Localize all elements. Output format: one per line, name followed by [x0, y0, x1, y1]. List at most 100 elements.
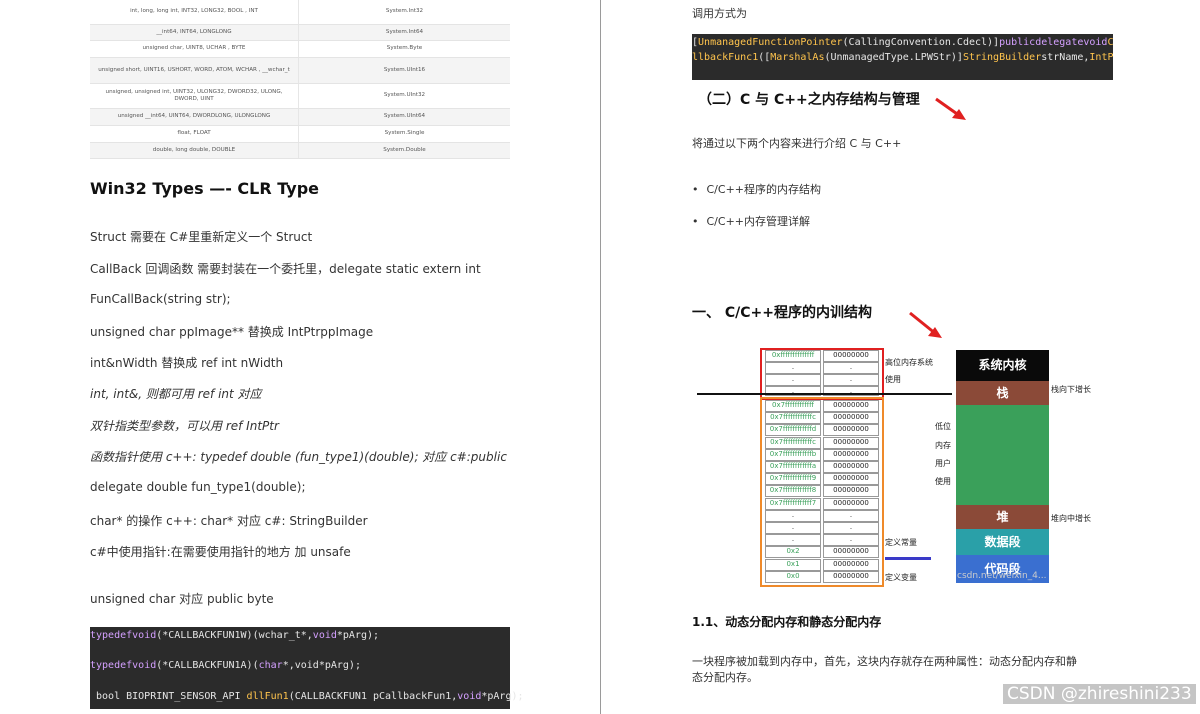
paragraph: char* 的操作 c++: char* 对应 c#: StringBuilde… [90, 514, 368, 528]
address-cell: 0x0 [765, 570, 821, 583]
address-cell: . [765, 362, 821, 374]
value-cell: 00000000 [823, 497, 879, 510]
paragraph: c#中使用指针:在需要使用指针的地方 加 unsafe [90, 545, 351, 559]
address-cell: 0x1 [765, 558, 821, 571]
block-free-space [956, 405, 1049, 505]
page-divider [600, 0, 601, 714]
intro-text: 将通过以下两个内容来进行介绍 C 与 C++ [692, 137, 902, 150]
value-cell: 00000000 [823, 412, 879, 425]
paragraph: FunCallBack(string str); [90, 292, 231, 306]
table-cell: System.UInt32 [298, 83, 510, 109]
table-cell: float, FLOAT [90, 125, 299, 143]
subsection-title: 1.1、动态分配内存和静态分配内存 [692, 615, 882, 629]
section1-title: 一、 C/C++程序的内训结构 [692, 305, 872, 321]
bullet-item: C/C++内存管理详解 [692, 213, 811, 229]
table-cell: double, long double, DOUBLE [90, 142, 299, 159]
address-cell: . [765, 509, 821, 522]
value-cell: . [823, 362, 879, 374]
address-cell: 0x2 [765, 546, 821, 559]
address-cell: 0x7ffffffffffffb [765, 448, 821, 461]
code-block-right: [UnmanagedFunctionPointer(CallingConvent… [692, 34, 1113, 80]
paragraph: 函数指针使用 c++: typedef double (fun_type1)(d… [90, 450, 507, 464]
table-cell: System.Single [298, 125, 510, 143]
call-label: 调用方式为 [692, 7, 747, 20]
block-heap: 堆 [956, 505, 1049, 529]
label-const: 定义常量 [885, 538, 917, 547]
address-cell: . [765, 534, 821, 547]
label-var: 定义变量 [885, 573, 917, 582]
address-cell: 0xffffffffffffff [765, 350, 821, 362]
value-cell: 00000000 [823, 350, 879, 362]
address-cell: 0x7ffffffffffffd [765, 424, 821, 437]
block-kernel: 系统内核 [956, 350, 1049, 381]
value-cell: 00000000 [823, 436, 879, 449]
table-cell: System.Byte [298, 40, 510, 58]
address-cell: . [765, 374, 821, 386]
label-high-use: 使用 [885, 375, 901, 384]
value-cell: 00000000 [823, 424, 879, 437]
diagram-watermark: csdn.net/weixin_4... [957, 571, 1047, 581]
memory-diagram: 0xffffffffffffff 00000000 . . . . . . 0x… [695, 345, 1115, 587]
red-arrow-icon [909, 311, 942, 338]
paragraph: Struct 需要在 C#里重新定义一个 Struct [90, 230, 313, 244]
address-cell: . [765, 522, 821, 534]
label-low: 用户 [935, 459, 951, 468]
address-cell: 0x7ffffffffffff [765, 400, 821, 412]
value-cell: 00000000 [823, 546, 879, 559]
section2-title: （二）C 与 C++之内存结构与管理 [698, 92, 920, 108]
red-arrow-icon [935, 97, 966, 120]
paragraph: CallBack 回调函数 需要封装在一个委托里，delegate static… [90, 262, 481, 276]
label-low: 使用 [935, 477, 951, 486]
block-stack: 栈 [956, 381, 1049, 405]
type-mapping-table: int, long, long int, INT32, LONG32, BOOL… [90, 0, 510, 159]
csdn-watermark: CSDN @zhireshini233 [1003, 684, 1196, 704]
paragraph: 一块程序被加载到内存中，首先，这块内存就存在两种属性：动态分配内存和静 [692, 655, 1077, 668]
label-high: 高位内存系统 [885, 358, 933, 367]
code-line: bool BIOPRINT_SENSOR_API dllFun1(CALLBAC… [90, 691, 524, 702]
code-line: typedefvoid(*CALLBACKFUN1W)(wchar_t*,voi… [90, 630, 380, 641]
boundary-line [697, 393, 952, 395]
table-cell: int, long, long int, INT32, LONG32, BOOL… [90, 0, 299, 25]
pointer-line [885, 557, 931, 560]
value-cell: 00000000 [823, 485, 879, 498]
paragraph: unsigned char ppImage** 替换成 IntPtrppImag… [90, 325, 374, 339]
value-cell: . [823, 374, 879, 386]
value-cell: 00000000 [823, 570, 879, 583]
bullet-item: C/C++程序的内存结构 [692, 181, 822, 197]
paragraph: delegate double fun_type1(double); [90, 480, 306, 494]
paragraph: int, int&, 则都可用 ref int 对应 [90, 387, 262, 401]
paragraph: unsigned char 对应 public byte [90, 592, 274, 606]
value-cell: . [823, 522, 879, 534]
table-cell: unsigned __int64, UINT64, DWORDLONG, ULO… [90, 108, 299, 126]
table-cell: System.UInt64 [298, 108, 510, 126]
code-line: [UnmanagedFunctionPointer(CallingConvent… [692, 37, 1113, 48]
paragraph: 双针指类型参数，可以用 ref IntPtr [90, 419, 279, 433]
code-block: typedefvoid(*CALLBACKFUN1W)(wchar_t*,voi… [90, 627, 524, 709]
block-data-segment: 数据段 [956, 529, 1049, 555]
value-cell: 00000000 [823, 448, 879, 461]
address-cell: 0x7ffffffffffffc [765, 436, 821, 449]
value-cell: 00000000 [823, 400, 879, 412]
paragraph: int&nWidth 替换成 ref int nWidth [90, 356, 284, 370]
address-cell: 0x7ffffffffffff8 [765, 485, 821, 498]
table-cell: System.UInt16 [298, 57, 510, 84]
value-cell: 00000000 [823, 473, 879, 486]
value-cell: . [823, 509, 879, 522]
table-cell: unsigned short, UINT16, USHORT, WORD, AT… [90, 57, 299, 84]
stack-note: 栈向下增长 [1051, 385, 1091, 394]
address-cell: 0x7ffffffffffffc [765, 412, 821, 425]
heap-note: 堆向中增长 [1051, 514, 1091, 523]
address-cell: 0x7ffffffffffff9 [765, 473, 821, 486]
table-cell: unsigned, unsigned int, UINT32, ULONG32,… [90, 83, 299, 109]
address-cell: 0x7ffffffffffffa [765, 461, 821, 473]
value-cell: 00000000 [823, 558, 879, 571]
address-cell: 0x7ffffffffffff7 [765, 497, 821, 510]
code-line: typedefvoid(*CALLBACKFUN1A)(char*,void*p… [90, 660, 361, 671]
code-line: llbackFunc1([MarshalAs(UnmanagedType.LPW… [692, 52, 1113, 63]
value-cell: . [823, 534, 879, 547]
section-heading: Win32 Types —- CLR Type [90, 179, 319, 198]
label-low: 低位 [935, 422, 951, 431]
table-cell: unsigned char, UINT8, UCHAR , BYTE [90, 40, 299, 58]
table-cell: __int64, INT64, LONGLONG [90, 24, 299, 41]
label-low: 内存 [935, 441, 951, 450]
